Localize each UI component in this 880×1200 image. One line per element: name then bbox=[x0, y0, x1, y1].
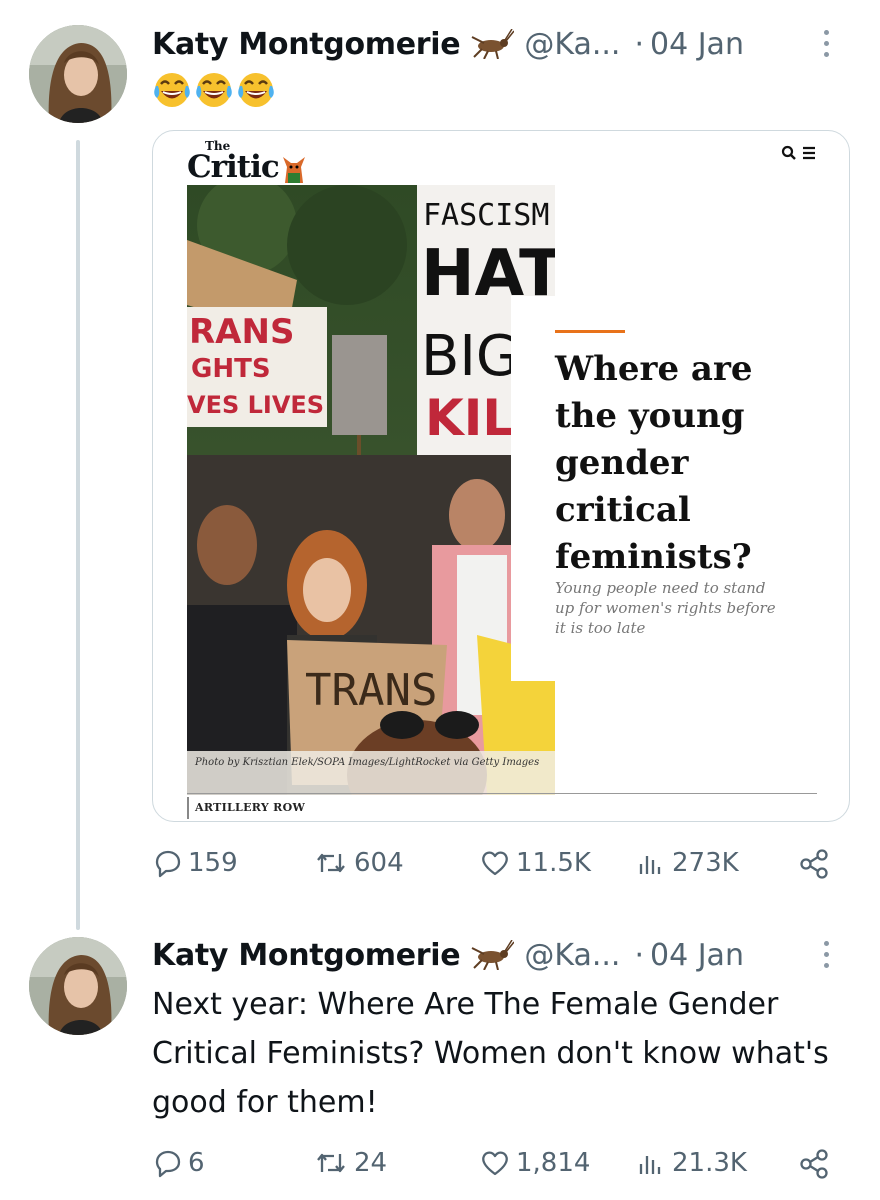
like-button[interactable]: 11.5K bbox=[480, 848, 591, 878]
separator-dot: · bbox=[634, 937, 644, 973]
reply-icon bbox=[155, 1150, 181, 1178]
svg-text:FASCISM: FASCISM bbox=[423, 198, 549, 233]
article-photo: RANS GHTS VES LIVES FASCISM HAT BIGO KIL bbox=[187, 185, 555, 795]
cricket-icon bbox=[468, 940, 515, 970]
avatar[interactable] bbox=[29, 937, 127, 1035]
repost-button[interactable]: 604 bbox=[314, 848, 404, 878]
repost-count: 24 bbox=[354, 1148, 388, 1178]
article-headline[interactable]: Where are the young gender critical femi… bbox=[555, 346, 805, 581]
heart-icon bbox=[482, 851, 508, 876]
svg-text:GHTS: GHTS bbox=[191, 354, 271, 384]
svg-text:RANS: RANS bbox=[189, 312, 294, 352]
like-count: 11.5K bbox=[516, 848, 591, 878]
views-button[interactable]: 21.3K bbox=[636, 1148, 747, 1178]
svg-text:KIL: KIL bbox=[425, 389, 514, 447]
share-button[interactable] bbox=[798, 848, 830, 880]
tweet-actions: 6 24 1,814 21.3K bbox=[152, 1148, 842, 1188]
tweet-header: Katy Montgomerie @Ka... · 04 Jan bbox=[152, 22, 744, 66]
author-handle[interactable]: @Ka... bbox=[524, 27, 620, 62]
tweet-header: Katy Montgomerie @Ka... · 04 Jan bbox=[152, 933, 744, 977]
svg-text:VES LIVES: VES LIVES bbox=[187, 391, 324, 419]
tweet-emoji-text bbox=[152, 70, 276, 110]
laughing-tears-emoji bbox=[238, 73, 274, 107]
section-marker bbox=[187, 797, 189, 819]
author-name[interactable]: Katy Montgomerie bbox=[152, 938, 461, 973]
section-divider bbox=[187, 793, 817, 794]
author-name[interactable]: Katy Montgomerie bbox=[152, 27, 461, 62]
reply-button[interactable]: 159 bbox=[152, 848, 238, 878]
more-options-icon[interactable] bbox=[820, 30, 832, 57]
cricket-icon bbox=[468, 29, 515, 59]
avatar[interactable] bbox=[29, 25, 127, 123]
accent-bar bbox=[555, 330, 625, 333]
repost-icon bbox=[317, 1153, 345, 1173]
thread-connector-line bbox=[76, 140, 80, 930]
publication-name: Critic bbox=[187, 149, 280, 185]
share-icon bbox=[800, 1149, 828, 1179]
views-icon bbox=[639, 856, 661, 874]
card-nav-icons bbox=[781, 145, 817, 161]
more-options-icon[interactable] bbox=[820, 941, 832, 968]
tweet-text: Next year: Where Are The Female Gender C… bbox=[152, 987, 829, 1120]
menu-icon[interactable] bbox=[801, 145, 817, 161]
reply-button[interactable]: 6 bbox=[152, 1148, 205, 1178]
svg-text:TRANS: TRANS bbox=[305, 665, 437, 716]
share-icon bbox=[800, 849, 828, 879]
repost-count: 604 bbox=[354, 848, 404, 878]
views-icon bbox=[639, 1156, 661, 1174]
share-button[interactable] bbox=[798, 1148, 830, 1180]
repost-button[interactable]: 24 bbox=[314, 1148, 387, 1178]
publication-prefix: The bbox=[205, 139, 231, 153]
search-icon[interactable] bbox=[781, 145, 797, 161]
reply-count: 159 bbox=[188, 848, 238, 878]
publication-logo: The Critic bbox=[187, 139, 307, 185]
views-count: 21.3K bbox=[672, 1148, 747, 1178]
article-section-label: ARTILLERY ROW bbox=[195, 801, 306, 814]
photo-caption: Photo by Krisztian Elek/SOPA Images/Ligh… bbox=[187, 751, 555, 795]
heart-icon bbox=[482, 1151, 508, 1176]
repost-icon bbox=[317, 853, 345, 873]
separator-dot: · bbox=[634, 26, 644, 62]
views-count: 273K bbox=[672, 848, 739, 878]
tweet-date[interactable]: 04 Jan bbox=[650, 938, 744, 973]
views-button[interactable]: 273K bbox=[636, 848, 739, 878]
article-subhead: Young people need to stand up for women'… bbox=[555, 579, 776, 637]
article-card[interactable]: The Critic RANS GHTS VES LIVES FASCISM H… bbox=[152, 130, 850, 822]
tweet-date[interactable]: 04 Jan bbox=[650, 27, 744, 62]
like-button[interactable]: 1,814 bbox=[480, 1148, 590, 1178]
laughing-tears-emoji bbox=[154, 73, 190, 107]
reply-count: 6 bbox=[188, 1148, 205, 1178]
fox-mascot-icon bbox=[282, 157, 305, 183]
article-headline-panel: Where are the young gender critical femi… bbox=[511, 296, 811, 681]
laughing-tears-emoji bbox=[196, 73, 232, 107]
tweet-actions: 159 604 11.5K 273K bbox=[152, 848, 842, 888]
reply-icon bbox=[155, 850, 181, 878]
like-count: 1,814 bbox=[516, 1148, 591, 1178]
author-handle[interactable]: @Ka... bbox=[524, 938, 620, 973]
